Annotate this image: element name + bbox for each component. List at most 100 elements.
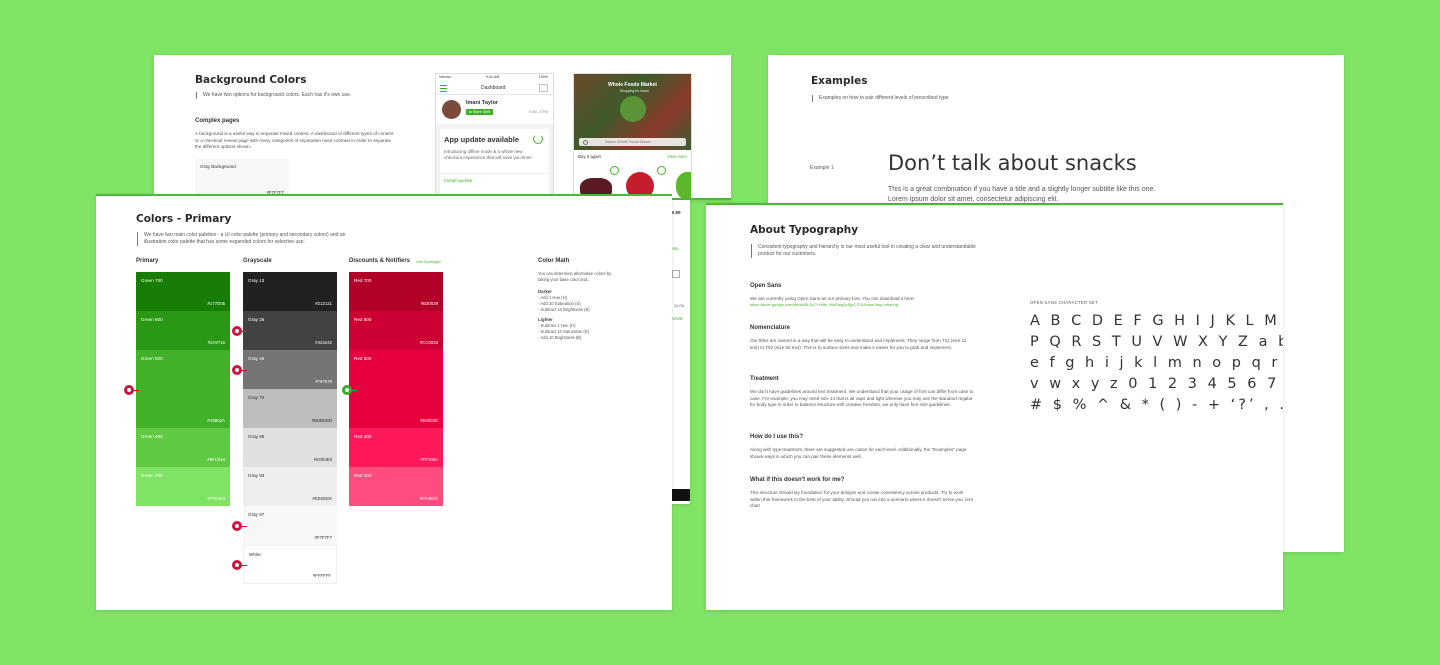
swatch-hex: #E6003D (420, 418, 438, 423)
swatch-hex: #177D05 (207, 301, 225, 306)
menu-icon[interactable] (440, 85, 447, 92)
swatch-gray-26: Gray 26 #424242 (243, 311, 337, 350)
store-logo (620, 96, 646, 122)
swatch-red-700: Red 700 #B30029 (349, 272, 443, 311)
charset-line: e f g h i j k l m n o p q r s t u (1030, 355, 1283, 371)
darker-item: - Subtract 10 Brightness (B) (538, 307, 590, 312)
dashboard-title: Dashboard (481, 84, 506, 91)
swatch-green-400: Green 400 #5FC944 (136, 428, 230, 467)
swatch-green-500: Green 500 #43B02A (136, 350, 230, 428)
treatment-text: We don't have guidelines around text tre… (750, 389, 974, 407)
swatch-name: Green 700 (141, 278, 163, 283)
install-update-link[interactable]: Install update (444, 179, 473, 184)
swatch-hex: #43B02A (207, 418, 225, 423)
swatch-white: White #FFFFFF (243, 545, 337, 584)
colors-primary-page: Colors - Primary We have two main color … (96, 194, 672, 610)
swatch-hex: #5FC944 (207, 457, 225, 462)
store-subtitle: Shopping for Imani (620, 89, 649, 93)
battery-label: 100% (538, 75, 548, 79)
store-hero: Whole Foods Market Shopping for Imani Se… (574, 74, 691, 150)
discounts-note: Use Sparingly! (416, 260, 441, 264)
swatch-red-300: Red 300 #FF4B7E (349, 467, 443, 506)
swatch-name: Gray 97 (248, 512, 265, 517)
charset-line: A B C D E F G H I J K L M N O (1030, 313, 1283, 329)
swatch-hex: #F7F7F7 (314, 535, 332, 540)
swatch-green-600: Green 600 #2A9715 (136, 311, 230, 350)
swatch-gray-97: Gray 97 #F7F7F7 (243, 506, 337, 545)
cart-icon[interactable] (539, 84, 548, 92)
swatch-hex: #FF195A (420, 457, 438, 462)
carrier-label: Verizon (439, 75, 451, 79)
save-link[interactable]: SAVE (672, 316, 683, 321)
add-item-icon[interactable] (657, 166, 666, 175)
howto-text: Along with type treatment, there are sug… (750, 447, 967, 459)
search-icon (583, 140, 588, 145)
discounts-column-title: Discounts & Notifiers (349, 258, 411, 264)
color-math-title: Color Math (538, 258, 570, 264)
app-header: Dashboard (436, 81, 553, 95)
store-name: Whole Foods Market (608, 82, 657, 88)
shift-hours: 9 AM - 5 PM (528, 110, 548, 114)
usage-marker-icon (232, 560, 247, 570)
page-lead: Consistent typography and hierarchy is o… (751, 244, 983, 258)
typography-page: About Typography Consistent typography a… (706, 203, 1283, 610)
whatif-text: This structure should lay foundation for… (750, 490, 974, 508)
swatch-name: Gray 88 (248, 434, 265, 439)
swatch-name: White (249, 552, 261, 557)
primary-column-title: Primary (136, 258, 159, 264)
view-more-link[interactable]: View more (667, 154, 687, 159)
update-text: Introducing offline mode & a whole new c… (444, 149, 532, 160)
swatch-hex: #757575 (315, 379, 332, 384)
update-card: App update available Introducing offline… (440, 129, 549, 200)
swatch-gray-46: Gray 46 #757575 (243, 350, 337, 389)
swatch-red-500: Red 500 #E6003D (349, 350, 443, 428)
swatch-name: Red 300 (354, 473, 372, 478)
swatch-name: Green 400 (141, 434, 163, 439)
howto-title: How do I use this? (750, 434, 804, 440)
charset-title: OPEN SANS CHARACTER SET (1030, 300, 1098, 305)
swatch-hex: #7FE364 (207, 496, 225, 501)
status-bar: Verizon 9:41 AM 100% (436, 74, 553, 81)
swatch-name: Gray 13 (248, 278, 265, 283)
swatch-hex: #FF4B7E (419, 496, 438, 501)
dashboard-phone-mockup: Verizon 9:41 AM 100% Dashboard Imani Tay… (435, 73, 554, 200)
swatch-gray-93: Gray 93 #EEEEEE (243, 467, 337, 506)
swatch-name: Gray 26 (248, 317, 265, 322)
swatch-name: Red 400 (354, 434, 372, 439)
nomenclature-title: Nomenclature (750, 325, 791, 331)
swatch-hex: #212121 (315, 301, 332, 306)
swatch-name: Red 700 (354, 278, 372, 283)
lighter-item: - Add 10 Brightness (B) (538, 335, 582, 340)
page-lead: We have two options for background color… (196, 92, 403, 99)
swatch-gray-88: Gray 88 #E0E0E0 (243, 428, 337, 467)
swatch-red-600: Red 600 #CC0033 (349, 311, 443, 350)
swatch-name: Gray 74 (248, 395, 265, 400)
complex-pages-title: Complex pages (195, 118, 240, 124)
page-title: About Typography (750, 224, 859, 236)
page-lead: We have two main color palettes - a UI c… (137, 232, 349, 246)
page-title: Examples (811, 75, 868, 87)
swatch-name: Red 600 (354, 317, 372, 322)
add-item-icon[interactable] (610, 166, 619, 175)
page-title: Colors - Primary (136, 213, 232, 225)
usage-marker-icon (342, 385, 357, 395)
search-placeholder: Search Whole Foods Market (605, 139, 651, 144)
swatch-red-400: Red 400 #FF195A (349, 428, 443, 467)
usage-marker-icon (124, 385, 139, 395)
store-phone-mockup: Whole Foods Market Shopping for Imani Se… (573, 73, 692, 200)
swatch-hex: #CC0033 (419, 340, 438, 345)
edit-icon[interactable] (672, 270, 680, 278)
swatch-name: Gray 93 (248, 473, 265, 478)
treatment-title: Treatment (750, 376, 779, 382)
swatch-hex: #B30029 (420, 301, 438, 306)
complex-pages-text: A background is a useful way to separate… (195, 131, 394, 149)
refresh-icon (533, 134, 543, 144)
status-badge: In Store Shift (466, 109, 493, 115)
swatch-gray-13: Gray 13 #212121 (243, 272, 337, 311)
page-title: Background Colors (195, 74, 307, 86)
charset-line: v w x y z 0 1 2 3 4 5 6 7 8 9 @ (1030, 376, 1283, 392)
swatch-green-300: Green 300 #7FE364 (136, 467, 230, 506)
download-link[interactable]: https://drive.google.com/file/d/0B-Qr7Yx… (750, 302, 980, 309)
store-search-bar[interactable]: Search Whole Foods Market (579, 138, 686, 146)
user-card: Imani Taylor In Store Shift 9 AM - 5 PM (436, 95, 553, 124)
